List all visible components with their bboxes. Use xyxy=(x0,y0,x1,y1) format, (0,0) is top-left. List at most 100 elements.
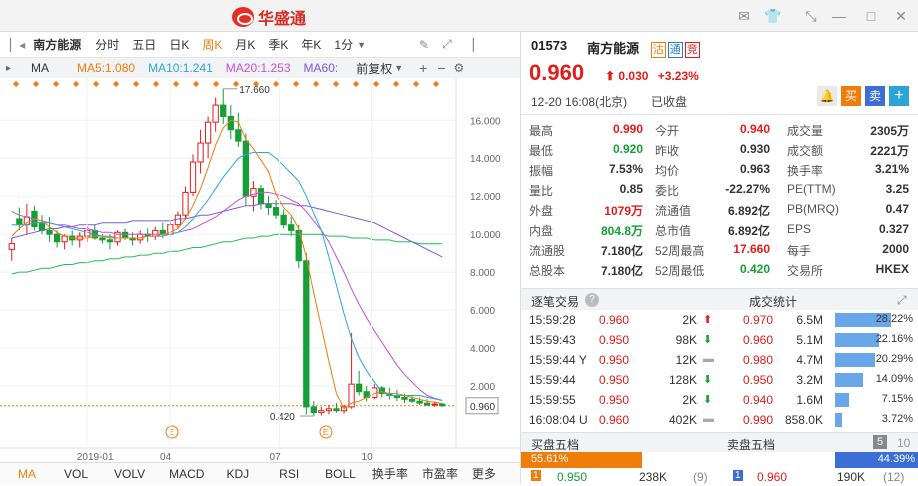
quote-row: 最低 0.920 昨收 0.930 成交额 2221万 xyxy=(521,139,918,159)
dividend-marker: ◆ xyxy=(13,79,20,88)
quote-label: 成交量 xyxy=(787,124,824,138)
tab-monthly-k[interactable]: 月K xyxy=(235,36,255,53)
candle-body xyxy=(121,231,129,239)
candle-body xyxy=(99,237,106,241)
quote-label: 52周最低 xyxy=(655,264,705,278)
app-name: 华盛通 xyxy=(258,11,307,28)
low-label: 0.420 xyxy=(270,412,295,423)
adjust-chevron-icon[interactable]: ▼ xyxy=(394,63,403,73)
tab-weekly-k[interactable]: 周K xyxy=(202,36,222,53)
sell-button[interactable]: 卖 xyxy=(865,86,885,106)
tab-vol[interactable]: VOL xyxy=(64,467,88,481)
quote-table: 最高 0.990 今开 0.940 成交量 2305万 最低 0.920 昨收 0.930 成交额 2… xyxy=(521,114,918,279)
mail-icon[interactable]: ✉ xyxy=(735,7,753,25)
buy-button[interactable]: 买 xyxy=(841,86,861,106)
quote-label: 流通值 xyxy=(655,204,692,218)
tab-volv[interactable]: VOLV xyxy=(114,467,145,481)
stat-bar xyxy=(835,413,843,427)
stat-price: 0.960 xyxy=(743,333,774,347)
indicator-tabs: MA VOL VOLV MACD KDJ RSI BOLL 换手率 市盈率 更多 xyxy=(0,462,520,484)
settings-icon[interactable]: ⚙ xyxy=(454,61,465,75)
close-icon[interactable]: ✕ xyxy=(892,7,910,25)
quote-value: 7.53% xyxy=(608,162,643,176)
ma-label[interactable]: MA xyxy=(31,61,49,75)
order-book-row: 1 0.950 238K (9) 1 0.960 190K (12) xyxy=(521,468,918,486)
ma-legend: ▸ MA MA5:1.080 MA10:1.241 MA20:1.253 MA6… xyxy=(0,58,520,78)
maximize-icon[interactable]: □ xyxy=(862,7,880,25)
collapse-arrow-icon[interactable]: ▸ xyxy=(6,63,11,74)
adjust-select[interactable]: 前复权 xyxy=(356,60,392,77)
tab-daily-k[interactable]: 日K xyxy=(169,36,189,53)
pen-icon[interactable]: ✎ xyxy=(419,38,429,52)
stat-bar xyxy=(835,333,879,347)
tab-quarterly-k[interactable]: 季K xyxy=(268,36,288,53)
tab-yearly-k[interactable]: 年K xyxy=(301,36,321,53)
interval-select[interactable]: 1分 xyxy=(334,36,353,53)
candlestick-chart[interactable]: 16.000 14.000 12.000 10.000 8.000 6.000 4.000 2… xyxy=(0,78,520,462)
tab-kdj[interactable]: KDJ xyxy=(226,467,249,481)
dividend-marker: ◆ xyxy=(33,79,40,88)
quote-value: 0.47 xyxy=(885,202,909,216)
tab-boll[interactable]: BOLL xyxy=(325,467,356,481)
tab-ma[interactable]: MA xyxy=(18,467,36,481)
sidebar-toggle-icon[interactable]: ▏◂ xyxy=(10,38,25,52)
last-price-label: 0.960 xyxy=(470,402,495,413)
expand-icon[interactable]: ⤢ xyxy=(897,293,907,308)
level-10-button[interactable]: 10 xyxy=(897,436,910,450)
trade-row: 15:59:43 0.950 98K ⬇ 0.960 5.1M 22.16% xyxy=(521,330,918,350)
level-5-button[interactable]: 5 xyxy=(873,435,888,449)
direction-up-icon: ⬆ xyxy=(703,314,713,326)
tab-turnover[interactable]: 换手率 xyxy=(372,465,408,482)
add-indicator-icon[interactable]: + xyxy=(419,60,427,76)
app-logo: 华盛通 xyxy=(232,5,306,29)
help-icon[interactable]: ? xyxy=(585,293,599,307)
tab-five-day[interactable]: 五日 xyxy=(132,36,156,53)
dividend-marker: ◆ xyxy=(353,79,360,88)
quote-value: 0.940 xyxy=(739,122,770,136)
skin-icon[interactable]: 👕 xyxy=(764,7,782,25)
tab-more[interactable]: 更多 xyxy=(472,465,496,482)
candle-body xyxy=(288,224,295,231)
tab-timeshare[interactable]: 分时 xyxy=(95,36,119,53)
quote-value: 1079万 xyxy=(604,204,643,218)
candle-body xyxy=(265,203,272,209)
remove-indicator-icon[interactable]: − xyxy=(437,60,445,76)
ask-ratio-label: 44.39% xyxy=(877,453,915,465)
quote-row: 内盘 804.8万 总市值 6.892亿 EPS 0.327 xyxy=(521,219,918,239)
tab-macd[interactable]: MACD xyxy=(169,467,204,481)
change-value: 0.030 xyxy=(618,69,649,83)
candle-body xyxy=(318,410,325,414)
x-tick-label: 10 xyxy=(362,452,374,462)
shrink-icon[interactable]: ⤡ xyxy=(802,7,820,25)
quote-label: PE(TTM) xyxy=(787,182,836,196)
stock-code: 01573 xyxy=(531,38,568,53)
fullscreen-icon[interactable]: ⤢ xyxy=(442,37,452,52)
alert-bell-icon[interactable]: 🔔 xyxy=(817,86,837,106)
minimize-icon[interactable]: — xyxy=(830,7,848,25)
add-watchlist-button[interactable]: + xyxy=(889,86,909,106)
trade-header: 逐笔交易 ? 成交统计 ⤢ xyxy=(521,288,918,310)
trades-title: 逐笔交易 xyxy=(531,295,580,309)
tab-rsi[interactable]: RSI xyxy=(279,467,299,481)
ma60-value: MA60: xyxy=(303,61,339,75)
chart-panel: ▏◂ 南方能源 分时 五日 日K 周K 月K 季K 年K 1分 ▼ ✎ ⤢ ▕ … xyxy=(0,32,520,484)
chevron-down-icon[interactable]: ▼ xyxy=(357,40,366,50)
y-tick-label: 16.000 xyxy=(470,116,501,127)
quote-header: 01573 南方能源 沽通竞 xyxy=(531,38,700,58)
trade-time: 16:08:04 U xyxy=(529,413,588,427)
trade-row: 15:59:55 0.950 2K ⬇ 0.940 1.6M 7.15% xyxy=(521,390,918,410)
collapse-icon[interactable]: ▕ xyxy=(465,38,474,52)
stat-volume: 6.5M xyxy=(796,313,823,327)
candle-body xyxy=(227,115,234,131)
candle-body xyxy=(242,140,250,197)
stat-bar xyxy=(835,353,876,367)
trade-volume: 2K xyxy=(682,393,697,407)
high-label: 17.660 xyxy=(239,85,270,96)
quote-label: 52周最高 xyxy=(655,244,705,258)
direction-down-icon: ⬇ xyxy=(703,394,713,406)
tab-pe[interactable]: 市盈率 xyxy=(422,465,458,482)
dividend-marker: ◆ xyxy=(73,79,80,88)
quote-value: 2305万 xyxy=(870,124,909,138)
candle-body xyxy=(431,403,438,406)
market-status: 已收盘 xyxy=(651,95,688,109)
